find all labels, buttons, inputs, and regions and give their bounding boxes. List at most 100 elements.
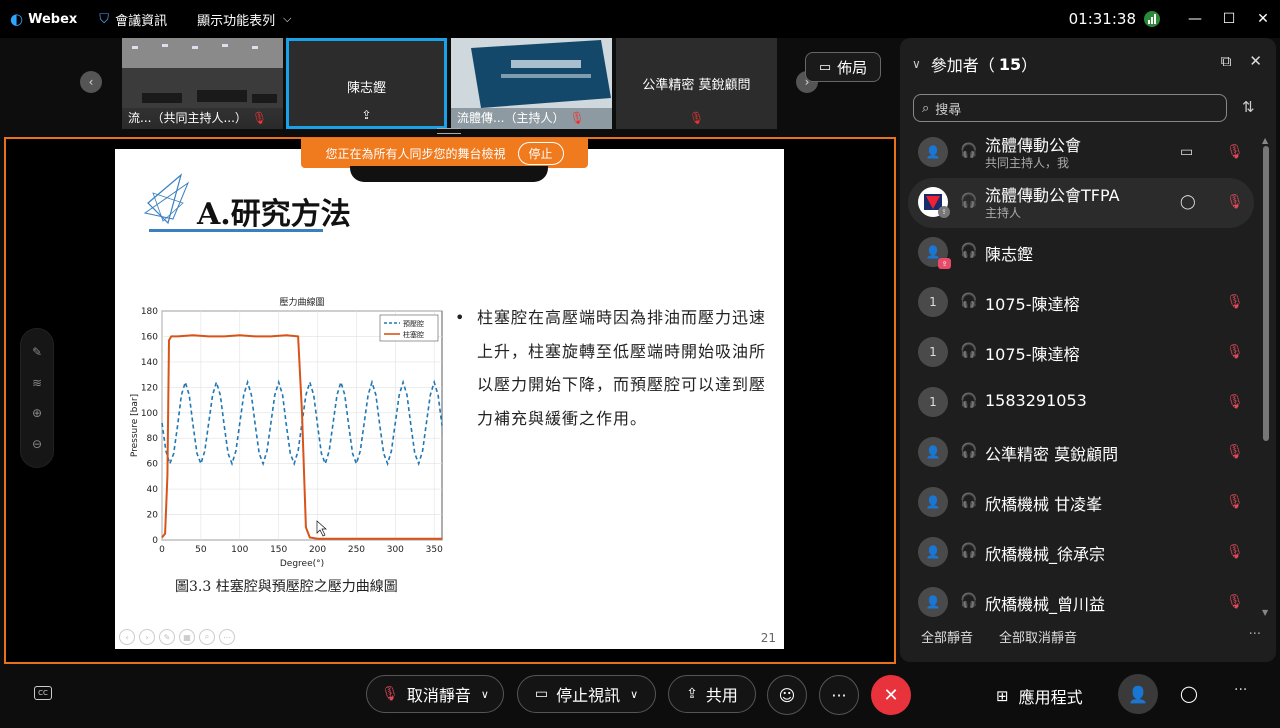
video-tile-cohost[interactable]: 流...（共同主持人...） 🎙	[122, 38, 283, 129]
muted-mic-icon[interactable]: 🎙	[1226, 294, 1244, 310]
slide-more-icon[interactable]: ⋯	[219, 629, 235, 645]
video-tile-active-speaker[interactable]: 陳志鏗 ⇪	[286, 38, 447, 129]
minimize-button[interactable]: —	[1178, 11, 1212, 27]
y-tick-label: 180	[141, 307, 158, 317]
annotation-toolbar: ✎ ≋ ⊕ ⊖	[20, 328, 54, 468]
slide-zoom-icon[interactable]: ⌕	[199, 629, 215, 645]
close-window-button[interactable]: ✕	[1246, 11, 1280, 27]
sort-icon[interactable]: ⇅	[1242, 98, 1255, 116]
meeting-timer: 01:31:38	[1068, 10, 1136, 28]
muted-mic-icon[interactable]: 🎙	[1226, 344, 1244, 360]
sharing-badge-icon: ⇪	[938, 258, 951, 269]
unmute-button[interactable]: 🎙 取消靜音 ∨	[366, 675, 504, 713]
tile-caption: 流體傳...（主持人） 🎙	[457, 109, 585, 126]
participant-row[interactable]: 👤 🎧 欣橋機械_曾川益 🎙	[908, 578, 1254, 628]
meeting-info-button[interactable]: ⛉ 會議資訊	[99, 10, 167, 29]
participant-row[interactable]: 1 🎧 1075-陳達榕 🎙	[908, 328, 1254, 378]
title-underline	[149, 229, 323, 232]
camera-icon[interactable]: ▭	[1180, 144, 1193, 160]
participants-button[interactable]: 👤	[1118, 674, 1158, 714]
avatar: ⇪	[918, 187, 950, 218]
participant-row[interactable]: 1 🎧 1075-陳達榕 🎙	[908, 278, 1254, 328]
stop-video-button[interactable]: ▭ 停止視訊 ∨	[517, 675, 656, 713]
scroll-up-icon[interactable]: ▲	[1262, 136, 1268, 145]
pen-icon[interactable]: ✎	[32, 345, 42, 359]
participant-row[interactable]: 👤 🎧 公準精密 莫銳顧問 🎙	[908, 428, 1254, 478]
person-icon: 👤	[925, 545, 941, 559]
avatar: 👤	[918, 587, 948, 617]
muted-mic-icon[interactable]: 🎙	[1226, 194, 1244, 210]
close-icon[interactable]: ✕	[1249, 52, 1262, 70]
chat-button[interactable]: ◯	[1180, 684, 1198, 703]
more-actions-button[interactable]: ···	[1234, 682, 1247, 698]
slide-grid-icon[interactable]: ▦	[179, 629, 195, 645]
share-button[interactable]: ⇪ 共用	[668, 675, 756, 713]
participant-row[interactable]: ⇪ 🎧 流體傳動公會TFPA 主持人 ◯ 🎙	[908, 178, 1254, 228]
video-tile-host[interactable]: 流體傳...（主持人） 🎙	[451, 38, 612, 129]
headset-icon: 🎧	[960, 143, 978, 159]
layout-button[interactable]: ▭ 佈局	[805, 52, 881, 82]
muted-mic-icon: 🎙	[688, 111, 705, 125]
chevron-down-icon[interactable]: ∨	[481, 688, 489, 701]
show-menu-bar-button[interactable]: 顯示功能表列 ⌵	[197, 10, 291, 29]
popout-icon[interactable]: ⧉	[1221, 52, 1232, 70]
muted-mic-icon[interactable]: 🎙	[1226, 444, 1244, 460]
participant-row[interactable]: 👤 🎧 流體傳動公會 共同主持人，我 ▭ 🎙	[908, 128, 1254, 178]
participant-list: 👤 🎧 流體傳動公會 共同主持人，我 ▭ 🎙 ⇪ 🎧 流體傳動公會TFPA 主持…	[900, 128, 1262, 628]
app-logo: ◐ Webex	[10, 10, 77, 28]
more-icon[interactable]: ···	[1249, 627, 1261, 646]
network-signal-icon[interactable]	[1144, 11, 1160, 27]
closed-captions-icon[interactable]: CC	[34, 686, 52, 700]
reactions-button[interactable]: ☺	[767, 675, 807, 715]
muted-mic-icon[interactable]: 🎙	[1226, 544, 1244, 560]
maximize-button[interactable]: ☐	[1212, 11, 1246, 27]
unmute-all-button[interactable]: 全部取消靜音	[999, 627, 1077, 646]
y-tick-label: 120	[141, 383, 158, 393]
slide-prev-icon[interactable]: ‹	[119, 629, 135, 645]
filmstrip-prev-button[interactable]: ‹	[80, 71, 102, 93]
muted-mic-icon[interactable]: 🎙	[1226, 394, 1244, 410]
participant-scrollbar[interactable]	[1263, 146, 1269, 441]
zoom-in-icon[interactable]: ⊕	[32, 406, 42, 420]
avatar: 👤	[918, 537, 948, 567]
muted-mic-icon[interactable]: 🎙	[1226, 494, 1244, 510]
participant-row[interactable]: 👤 🎧 欣橋機械_徐承宗 🎙	[908, 528, 1254, 578]
video-tile-participant[interactable]: 公準精密 莫銳顧問 🎙	[616, 38, 777, 129]
pointer-icon[interactable]: ≋	[32, 376, 42, 390]
slide-next-icon[interactable]: ›	[139, 629, 155, 645]
resize-grip[interactable]	[437, 128, 461, 134]
slide-pen-icon[interactable]: ✎	[159, 629, 175, 645]
muted-mic-icon[interactable]: 🎙	[1226, 144, 1244, 160]
zoom-out-icon[interactable]: ⊖	[32, 437, 42, 451]
participant-name: 1583291053	[985, 391, 1087, 410]
share-pill	[350, 166, 548, 182]
more-options-button[interactable]: ···	[819, 675, 859, 715]
participants-footer: 全部靜音 全部取消靜音 ···	[921, 627, 1261, 646]
avatar: 👤 ⇪	[918, 237, 951, 269]
chevron-down-icon: ⌵	[283, 12, 292, 25]
chat-icon[interactable]: ◯	[1180, 194, 1196, 210]
chevron-down-icon[interactable]: ∨	[630, 688, 638, 701]
participant-search-input[interactable]: ⌕ 搜尋	[913, 94, 1227, 122]
participants-title: 參加者（	[930, 56, 995, 75]
stop-sync-button[interactable]: 停止	[517, 141, 564, 165]
participant-row[interactable]: 1 🎧 1583291053 🎙	[908, 378, 1254, 428]
apps-button[interactable]: ⊞ 應用程式	[996, 684, 1083, 708]
close-icon: ✕	[883, 684, 899, 706]
participants-header[interactable]: ∨ 參加者（ 15 ）	[912, 52, 1037, 76]
leave-meeting-button[interactable]: ✕	[871, 675, 911, 715]
muted-mic-icon[interactable]: 🎙	[1226, 594, 1244, 610]
mute-all-button[interactable]: 全部靜音	[921, 627, 973, 646]
meeting-controls: CC 🎙 取消靜音 ∨ ▭ 停止視訊 ∨ ⇪ 共用 ☺ ··· ✕ ⊞ 應用程式…	[0, 664, 1280, 728]
scroll-down-icon[interactable]: ▼	[1262, 608, 1268, 617]
participant-row[interactable]: 👤 🎧 欣橋機械 甘凌峯 🎙	[908, 478, 1254, 528]
headset-icon: 🎧	[960, 243, 978, 259]
stop-video-label: 停止視訊	[556, 686, 621, 705]
x-tick-label: 350	[426, 545, 443, 555]
participant-name: 欣橋機械 甘凌峯	[985, 495, 1103, 514]
slide-page-number: 21	[760, 631, 776, 645]
participant-name: 陳志鏗	[985, 245, 1034, 264]
participant-row[interactable]: 👤 ⇪ 🎧 陳志鏗	[908, 228, 1254, 278]
y-tick-label: 80	[147, 434, 159, 444]
title-bar: ◐ Webex ⛉ 會議資訊 顯示功能表列 ⌵ 01:31:38 — ☐ ✕	[0, 0, 1280, 38]
